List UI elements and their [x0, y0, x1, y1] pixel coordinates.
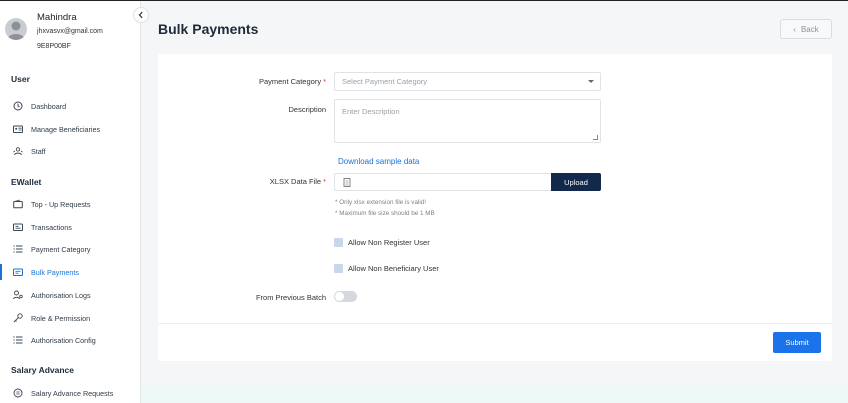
hint-max-size: * Maximum file size should be 1 MB [335, 210, 435, 217]
form-divider [158, 323, 832, 324]
payment-category-placeholder: Select Payment Category [342, 77, 428, 86]
sidebar-item-label: Bulk Payments [31, 267, 79, 277]
section-title-user: User [11, 74, 30, 84]
payment-category-label: Payment Category * [258, 77, 326, 86]
sidebar-item-label: Staff [31, 146, 46, 156]
sidebar-item-transactions[interactable]: Transactions [0, 218, 140, 236]
download-sample-link[interactable]: Download sample data [338, 157, 419, 166]
authorisation-logs-icon [12, 290, 23, 301]
sidebar-item-salary-advance-requests[interactable]: Salary Advance Requests [0, 384, 140, 402]
toggle-knob [335, 292, 344, 301]
from-previous-batch-toggle[interactable] [334, 291, 357, 302]
sidebar-item-bulk-payments[interactable]: Bulk Payments [0, 263, 140, 281]
page-title: Bulk Payments [158, 21, 259, 37]
sidebar-item-top-up-requests[interactable]: Top - Up Requests [0, 195, 140, 213]
chevron-left-icon [138, 11, 143, 19]
allow-non-beneficiary-user-row[interactable]: Allow Non Beneficiary User [334, 264, 439, 273]
id-card-icon [12, 124, 23, 135]
chevron-left-icon: ‹ [793, 24, 796, 34]
description-textarea[interactable]: Enter Description [334, 99, 601, 143]
bulk-payments-icon [12, 267, 23, 278]
allow-non-register-user-row[interactable]: Allow Non Register User [334, 238, 430, 247]
sidebar-item-label: Manage Beneficiaries [31, 124, 101, 134]
config-list-icon [12, 335, 23, 346]
sidebar-item-payment-category[interactable]: Payment Category [0, 240, 140, 258]
upload-button[interactable]: Upload [551, 173, 601, 191]
sidebar-item-role-permission[interactable]: Role & Permission [0, 309, 140, 327]
transactions-icon [12, 222, 23, 233]
back-button-label: Back [800, 24, 819, 34]
clock-icon [12, 101, 23, 112]
payment-category-select[interactable]: Select Payment Category [334, 72, 601, 91]
salary-advance-icon [12, 388, 23, 399]
sidebar-item-authorisation-config[interactable]: Authorisation Config [0, 331, 140, 349]
sidebar-item-manage-beneficiaries[interactable]: Manage Beneficiaries [0, 120, 140, 138]
sidebar-collapse-button[interactable] [133, 7, 149, 23]
allow-non-register-user-checkbox[interactable] [334, 238, 343, 247]
allow-non-beneficiary-user-checkbox[interactable] [334, 264, 343, 273]
sidebar-item-dashboard[interactable]: Dashboard [0, 97, 140, 115]
avatar[interactable] [5, 18, 27, 40]
sidebar-item-label: Authorisation Logs [31, 290, 91, 300]
description-placeholder: Enter Description [342, 107, 400, 116]
required-mark: * [323, 77, 326, 86]
section-title-ewallet: EWallet [11, 177, 42, 187]
user-name: Mahindra [37, 12, 77, 23]
allow-non-register-user-label: Allow Non Register User [348, 238, 430, 247]
allow-non-beneficiary-user-label: Allow Non Beneficiary User [348, 264, 439, 273]
xlsx-file-input[interactable] [334, 173, 552, 191]
sidebar-item-label: Transactions [31, 222, 72, 232]
wallet-icon [12, 199, 23, 210]
user-id: 9E8P00BF [37, 43, 71, 50]
caret-down-icon [588, 80, 594, 83]
list-icon [12, 244, 23, 255]
sidebar-item-label: Dashboard [31, 101, 67, 111]
key-icon [12, 313, 23, 324]
from-previous-batch-label: From Previous Batch [255, 293, 326, 302]
file-icon [343, 177, 351, 187]
sidebar-item-label: Payment Category [31, 244, 91, 254]
section-title-salary-advance: Salary Advance [11, 365, 74, 375]
sidebar-item-authorisation-logs[interactable]: Authorisation Logs [0, 286, 140, 304]
xlsx-data-file-label: XLSX Data File * [269, 177, 326, 186]
sidebar-item-label: Top - Up Requests [31, 199, 91, 209]
description-label: Description [288, 105, 326, 114]
sidebar-item-staff[interactable]: Staff [0, 142, 140, 160]
back-button[interactable]: ‹ Back [780, 19, 832, 39]
submit-button[interactable]: Submit [773, 332, 821, 353]
required-mark: * [323, 177, 326, 186]
sidebar-item-label: Authorisation Config [31, 335, 96, 345]
page-footer-area [141, 386, 848, 403]
sidebar-item-label: Role & Permission [31, 313, 91, 323]
user-email: jhxvasvx@gmail.com [37, 28, 103, 35]
hint-xlsx-only: * Only xlsx extension file is valid! [335, 199, 426, 206]
sidebar-item-label: Salary Advance Requests [31, 388, 114, 398]
resize-grip-icon[interactable] [593, 135, 598, 140]
staff-icon [12, 146, 23, 157]
sidebar: Mahindra jhxvasvx@gmail.com 9E8P00BF Use… [0, 1, 141, 403]
